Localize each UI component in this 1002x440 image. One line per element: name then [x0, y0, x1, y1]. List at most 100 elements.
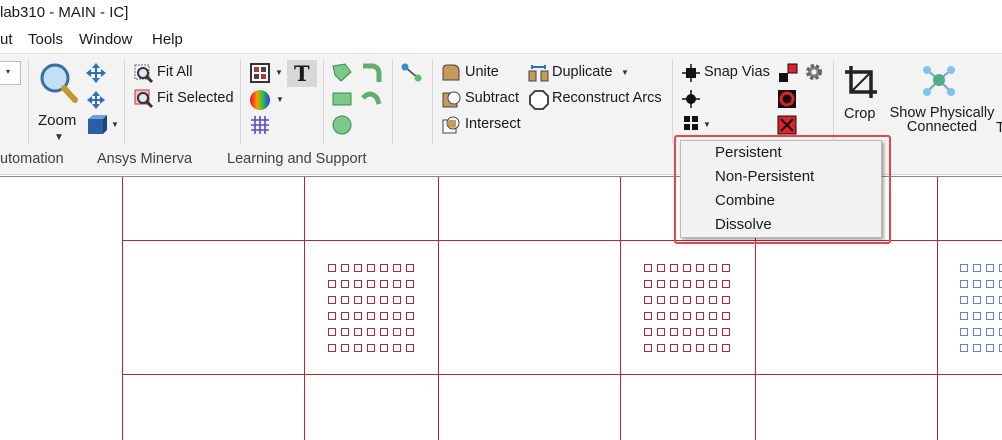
via-pad [987, 265, 994, 272]
show-physically-connected-button[interactable]: Show Physically Connected [884, 106, 1000, 134]
subtract-button[interactable]: Subtract [465, 90, 519, 106]
show-physically-connected-line2: Connected [884, 120, 1000, 134]
via-pad [645, 265, 652, 272]
via-pad [381, 281, 388, 288]
zoom-label: Zoom [38, 112, 76, 129]
window-title-bar: lab310 - MAIN - IC] [0, 0, 1002, 28]
via-pad [394, 265, 401, 272]
polygon-icon[interactable] [331, 62, 353, 84]
remove-via-icon[interactable] [777, 115, 797, 135]
via-pad [987, 281, 994, 288]
via-pad [684, 313, 691, 320]
via-pad [355, 265, 362, 272]
via-pad [355, 345, 362, 352]
via-pad [407, 345, 414, 352]
crop-icon [843, 64, 879, 100]
menu-item-tools[interactable]: Tools [28, 31, 63, 48]
unite-button[interactable]: Unite [465, 64, 499, 80]
via-pad [961, 329, 968, 336]
via-pad [671, 297, 678, 304]
physically-connected-icon [921, 62, 957, 100]
text-tool-button[interactable]: T [287, 60, 317, 87]
menu-bar: ut Tools Window Help [0, 28, 1002, 53]
via-pattern-icon[interactable] [683, 115, 701, 131]
via-pad [671, 329, 678, 336]
via-pad [658, 329, 665, 336]
layers-icon[interactable] [249, 62, 271, 84]
chevron-down-icon[interactable]: ▼ [276, 95, 284, 104]
via-pad [368, 329, 375, 336]
via-pad [407, 265, 414, 272]
chevron-down-icon[interactable]: ▼ [621, 68, 629, 77]
via-circle-icon[interactable] [777, 89, 797, 109]
crop-button[interactable]: Crop [844, 106, 875, 122]
rotate-icon[interactable] [84, 88, 108, 112]
gear-icon[interactable] [804, 62, 824, 82]
rectangle-icon[interactable] [331, 90, 353, 108]
via-pad [974, 313, 981, 320]
arc-icon[interactable] [360, 62, 382, 84]
tab-ansys-minerva[interactable]: Ansys Minerva [97, 151, 192, 167]
intersect-button[interactable]: Intersect [465, 116, 521, 132]
via-pad [723, 313, 730, 320]
via-pad [723, 265, 730, 272]
fit-all-button[interactable]: Fit All [157, 64, 192, 80]
via-pad [974, 281, 981, 288]
via-pad [658, 265, 665, 272]
truncated-ribbon-button-label: T [996, 120, 1002, 136]
menu-item-help[interactable]: Help [152, 31, 183, 48]
via-pad [697, 345, 704, 352]
via-pad [723, 281, 730, 288]
combo-box-fragment[interactable]: ▾ [0, 61, 21, 85]
via-pad [684, 281, 691, 288]
via-pad [987, 297, 994, 304]
chevron-down-icon[interactable]: ▼ [111, 120, 119, 129]
grid-icon[interactable] [250, 115, 270, 135]
snap-vias-button[interactable]: Snap Vias [704, 64, 770, 80]
via-pad [710, 345, 717, 352]
via-pad [987, 329, 994, 336]
via-pad [368, 313, 375, 320]
tab-automation[interactable]: utomation [0, 151, 64, 167]
pan-icon[interactable] [84, 61, 108, 85]
via-pad [342, 313, 349, 320]
via-pad [645, 345, 652, 352]
via-pad [355, 281, 362, 288]
fit-selected-icon [134, 89, 154, 109]
via-pad [342, 281, 349, 288]
intersect-icon [441, 115, 461, 135]
via-pad [381, 265, 388, 272]
via-pad [658, 313, 665, 320]
duplicate-button[interactable]: Duplicate [552, 64, 612, 80]
via-pad [368, 345, 375, 352]
connect-points-icon[interactable] [400, 62, 424, 84]
tab-learning-and-support[interactable]: Learning and Support [227, 151, 366, 167]
reconstruct-arcs-button[interactable]: Reconstruct Arcs [552, 90, 662, 106]
color-wheel-icon[interactable] [249, 89, 271, 111]
via-pad [671, 345, 678, 352]
window-title: lab310 - MAIN - IC] [0, 4, 128, 21]
via-point-icon[interactable] [682, 90, 700, 108]
via-pad [394, 297, 401, 304]
via-pad [355, 329, 362, 336]
via-pad [329, 313, 336, 320]
via-pad [381, 313, 388, 320]
chevron-down-icon[interactable]: ▼ [703, 120, 711, 129]
menu-item-layout[interactable]: ut [0, 31, 13, 48]
text-icon: T [294, 61, 310, 86]
view-cube-icon[interactable] [85, 114, 107, 136]
via-swap-icon[interactable] [777, 62, 799, 84]
menu-item-window[interactable]: Window [79, 31, 132, 48]
circle-icon[interactable] [331, 114, 353, 136]
via-pad [658, 281, 665, 288]
fit-selected-button[interactable]: Fit Selected [157, 90, 234, 106]
curve-icon[interactable] [360, 88, 382, 110]
chevron-down-icon[interactable]: ▼ [275, 68, 283, 77]
via-pad [394, 345, 401, 352]
zoom-button[interactable]: Zoom ▼ [36, 60, 84, 146]
via-pad [645, 329, 652, 336]
via-pad [684, 265, 691, 272]
unite-icon [441, 63, 461, 83]
via-pad [987, 345, 994, 352]
highlight-box [674, 135, 891, 244]
